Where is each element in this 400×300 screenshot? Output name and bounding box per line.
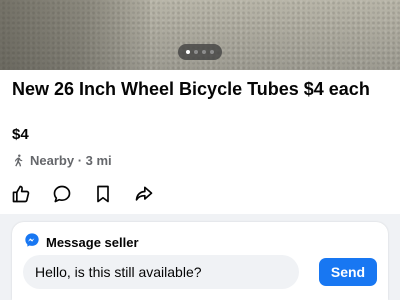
carousel-dot-4[interactable] xyxy=(210,50,214,54)
carousel-dot-1[interactable] xyxy=(186,50,190,54)
like-icon[interactable] xyxy=(10,183,32,205)
message-seller-card: Message seller Send xyxy=(12,222,388,300)
listing-price: $4 xyxy=(12,126,29,143)
message-input[interactable] xyxy=(23,255,299,289)
carousel-dot-3[interactable] xyxy=(202,50,206,54)
action-bar xyxy=(10,183,155,205)
listing-title: New 26 Inch Wheel Bicycle Tubes $4 each xyxy=(12,79,370,99)
carousel-dot-2[interactable] xyxy=(194,50,198,54)
message-card-header: Message seller xyxy=(24,232,139,253)
send-button[interactable]: Send xyxy=(319,258,377,286)
save-icon[interactable] xyxy=(92,183,114,205)
walking-person-icon xyxy=(12,154,25,167)
photo-shadow xyxy=(0,0,150,70)
location-text: Nearby · 3 mi xyxy=(30,153,112,168)
message-seller-title: Message seller xyxy=(46,235,139,250)
messenger-icon xyxy=(24,232,40,253)
listing-photo[interactable] xyxy=(0,0,400,70)
carousel-indicator[interactable] xyxy=(178,44,222,60)
comment-icon[interactable] xyxy=(51,183,73,205)
listing-location: Nearby · 3 mi xyxy=(12,153,112,168)
share-icon[interactable] xyxy=(133,183,155,205)
marketplace-listing: New 26 Inch Wheel Bicycle Tubes $4 each … xyxy=(0,0,400,300)
